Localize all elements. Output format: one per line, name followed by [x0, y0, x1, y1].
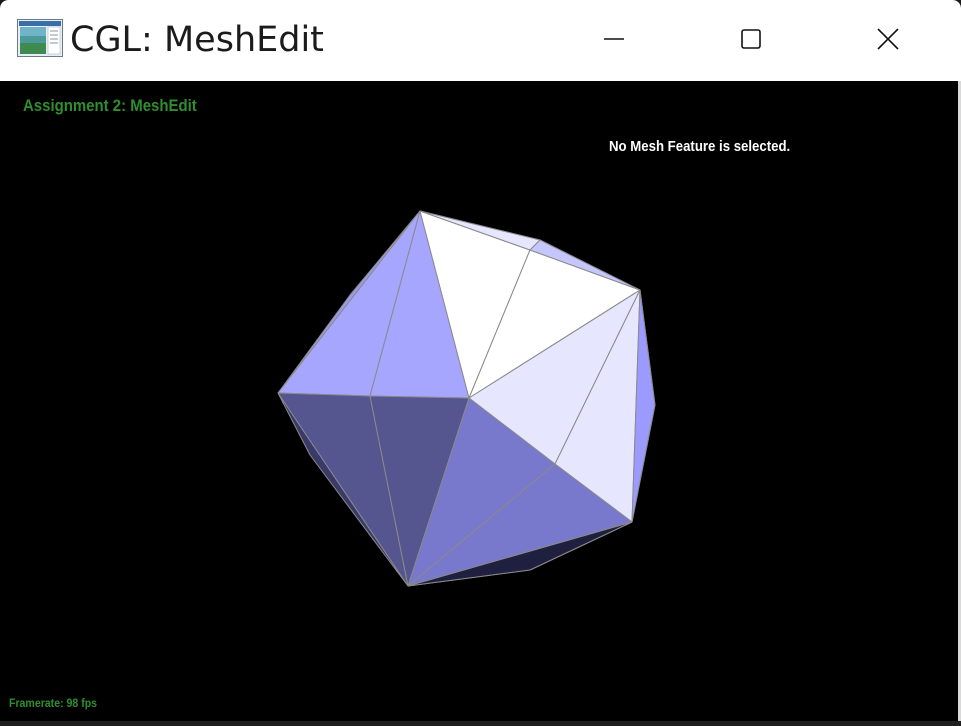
- window-title: CGL: MeshEdit: [70, 20, 324, 60]
- minimize-icon: [604, 38, 624, 40]
- maximize-button[interactable]: [716, 0, 786, 78]
- icosahedron-mesh[interactable]: [0, 81, 961, 726]
- assignment-title: Assignment 2: MeshEdit: [23, 96, 197, 115]
- minimize-button[interactable]: [579, 0, 649, 78]
- title-bar[interactable]: CGL: MeshEdit: [0, 0, 961, 81]
- window-border-bottom: [0, 721, 961, 726]
- app-icon: [17, 19, 63, 57]
- framerate-readout: Framerate: 98 fps: [9, 696, 98, 710]
- render-viewport[interactable]: Assignment 2: MeshEdit No Mesh Feature i…: [0, 81, 961, 726]
- maximize-icon: [741, 29, 761, 49]
- close-button[interactable]: [853, 0, 923, 78]
- selection-status: No Mesh Feature is selected.: [609, 138, 791, 155]
- app-window: CGL: MeshEdit Assignment 2: MeshEdit No …: [0, 0, 961, 726]
- close-icon: [877, 28, 899, 50]
